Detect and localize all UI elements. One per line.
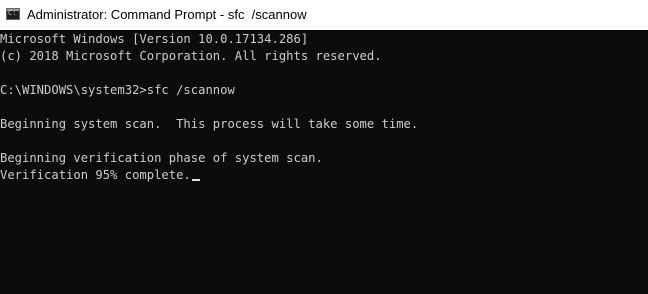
console-line-verification-phase: Beginning verification phase of system s…: [0, 151, 323, 165]
prompt-glyph: C:: [8, 9, 17, 17]
progress-text: Verification 95% complete.: [0, 168, 191, 182]
command-prompt-window: C: Administrator: Command Prompt - sfc /…: [0, 0, 648, 294]
title-bar[interactable]: C: Administrator: Command Prompt - sfc /…: [0, 0, 648, 30]
text-cursor: [191, 179, 200, 181]
console-line-command: C:\WINDOWS\system32>sfc /scannow: [0, 83, 235, 97]
console-line-version: Microsoft Windows [Version 10.0.17134.28…: [0, 32, 309, 46]
console-line-copyright: (c) 2018 Microsoft Corporation. All righ…: [0, 49, 382, 63]
console-line-progress: Verification 95% complete.: [0, 167, 200, 184]
command-prompt-icon[interactable]: C:: [6, 8, 20, 20]
window-title: Administrator: Command Prompt - sfc /sca…: [27, 7, 307, 22]
console-line-scan-start: Beginning system scan. This process will…: [0, 117, 419, 131]
console-output[interactable]: Microsoft Windows [Version 10.0.17134.28…: [0, 30, 648, 294]
